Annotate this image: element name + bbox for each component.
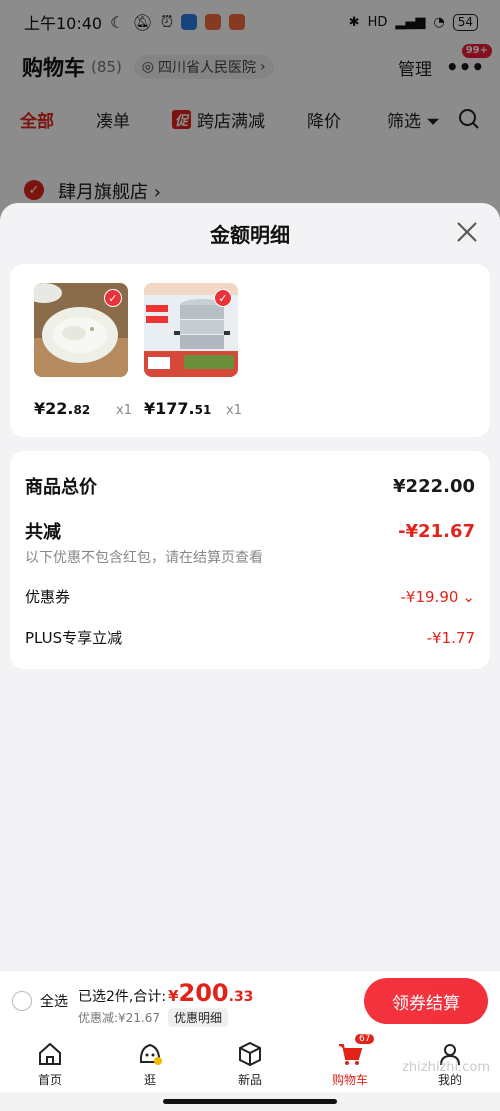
product-quantity: x1 (226, 403, 242, 418)
dim-overlay[interactable] (0, 0, 500, 220)
browse-face-icon (139, 1043, 162, 1065)
select-all-radio[interactable] (12, 991, 32, 1011)
nav-home-label: 首页 (37, 1073, 62, 1087)
product-price: ¥22. (34, 399, 74, 418)
nav-browse[interactable]: 逛 (100, 1032, 200, 1092)
cart-icon (339, 1044, 363, 1065)
product-price-row: ¥177. 51 x1 (144, 399, 242, 418)
currency-symbol: ¥ (168, 987, 179, 1005)
nav-new[interactable]: 新品 (200, 1032, 300, 1092)
select-all-label: 全选 (40, 994, 68, 1010)
nav-cart-label: 购物车 (331, 1073, 368, 1087)
price-summary: 商品总价 ¥222.00 共减 -¥21.67 以下优惠不包含红包，请在结算页查… (10, 451, 490, 669)
selected-summary: 已选2件,合计: ¥ 200 .33 (78, 979, 253, 1007)
chevron-down-icon: ⌄ (462, 587, 475, 606)
discount-row: 共减 -¥21.67 (25, 518, 475, 544)
checkout-bar: 全选 已选2件,合计: ¥ 200 .33 优惠减:¥21.67 优惠明细 领券… (0, 970, 500, 1032)
total-value: ¥222.00 (393, 475, 475, 497)
product-checkbox[interactable]: ✓ (214, 289, 232, 307)
close-icon[interactable] (454, 219, 480, 245)
product-price-decimal: 82 (73, 403, 91, 417)
product-item[interactable]: ✓ ¥177. 51 x1 (144, 283, 242, 418)
coupon-row[interactable]: 优惠券 -¥19.90 ⌄ (25, 586, 475, 607)
plus-discount-row: PLUS专享立减 -¥1.77 (25, 627, 475, 648)
nav-cart[interactable]: 67 购物车 (300, 1032, 400, 1092)
product-item[interactable]: ✓ ¥22. 82 x1 (34, 283, 132, 418)
discount-label: 共减 (25, 522, 61, 543)
plus-value: -¥1.77 (426, 628, 475, 647)
product-price: ¥177. (144, 399, 195, 418)
select-all[interactable]: 全选 (12, 991, 68, 1011)
selected-products: ✓ ¥22. 82 x1 ✓ ¥177. 51 x1 (10, 264, 490, 437)
nav-home[interactable]: 首页 (0, 1032, 100, 1092)
home-icon (39, 1042, 61, 1065)
product-price-row: ¥22. 82 x1 (34, 399, 132, 418)
nav-browse-label: 逛 (143, 1073, 156, 1087)
product-image-steamer: ✓ (144, 283, 238, 377)
discount-value: -¥21.67 (398, 520, 475, 542)
coupon-label: 优惠券 (25, 588, 71, 606)
discount-detail-button[interactable]: 优惠明细 (168, 1008, 229, 1027)
total-label: 商品总价 (25, 477, 97, 498)
discount-note: 以下优惠不包含红包，请在结算页查看 (25, 550, 263, 566)
cart-badge: 67 (355, 1034, 375, 1044)
total-amount: 200 (178, 979, 229, 1007)
discount-amount-text: 优惠减:¥21.67 (78, 1011, 161, 1025)
selected-count-label: 已选2件,合计: (78, 989, 167, 1005)
coupon-value-wrap: -¥19.90 ⌄ (401, 588, 475, 606)
product-quantity: x1 (116, 403, 132, 418)
watermark: zhizhizhi.com (402, 1060, 490, 1075)
home-indicator (163, 1099, 337, 1104)
product-image-plate: ✓ (34, 283, 128, 377)
discount-summary: 优惠减:¥21.67 优惠明细 (78, 1008, 229, 1027)
total-amount-decimal: .33 (228, 989, 254, 1005)
nav-new-label: 新品 (237, 1073, 262, 1087)
plus-label: PLUS专享立减 (25, 629, 123, 647)
product-checkbox[interactable]: ✓ (104, 289, 122, 307)
coupon-value: -¥19.90 (400, 587, 459, 606)
cube-icon (239, 1041, 261, 1067)
total-row: 商品总价 ¥222.00 (25, 473, 475, 499)
checkout-button[interactable]: 领券结算 (364, 978, 488, 1024)
product-price-decimal: 51 (194, 403, 212, 417)
sheet-title: 金额明细 (210, 223, 290, 247)
amount-detail-sheet: 金额明细 ✓ ¥22. 82 x1 ✓ ¥177. 51 x1 商品总价 ¥22… (0, 203, 500, 973)
